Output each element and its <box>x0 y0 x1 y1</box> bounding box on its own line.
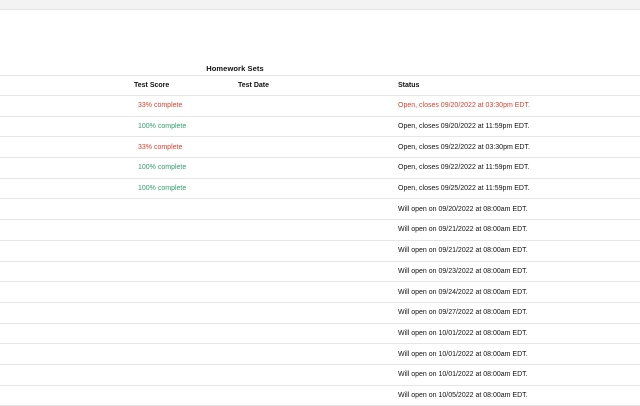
table-row[interactable]: Will open on 09/20/2022 at 08:00am EDT. <box>0 199 640 221</box>
status-cell: Will open on 09/23/2022 at 08:00am EDT. <box>398 267 528 275</box>
test-score-cell: 100% complete <box>138 185 187 193</box>
test-score-cell: 33% complete <box>138 102 183 110</box>
table-row[interactable]: Will open on 09/21/2022 at 08:00am EDT. <box>0 220 640 241</box>
table-row[interactable]: Will open on 09/27/2022 at 08:00am EDT. <box>0 303 640 324</box>
table-row[interactable]: 33% complete Open, closes 09/22/2022 at 0… <box>0 137 640 159</box>
table-row[interactable]: 100% complete Open, closes 09/22/2022 at … <box>0 158 640 179</box>
status-cell: Will open on 10/01/2022 at 08:00am EDT. <box>398 371 528 379</box>
status-cell: Will open on 10/01/2022 at 08:00am EDT. <box>398 329 528 337</box>
top-bar <box>0 0 640 10</box>
table-row[interactable]: 33% complete Open, closes 09/20/2022 at 0… <box>0 96 640 117</box>
status-cell: Will open on 10/01/2022 at 08:00am EDT. <box>398 350 528 358</box>
status-cell: Will open on 09/21/2022 at 08:00am EDT. <box>398 247 528 255</box>
column-header-test-score: Test Score <box>134 82 170 89</box>
table-row[interactable]: Will open on 10/01/2022 at 08:00am EDT. <box>0 324 640 345</box>
status-cell: Open, closes 09/25/2022 at 11:59pm EDT. <box>398 185 530 193</box>
status-cell: Open, closes 09/20/2022 at 03:30pm EDT. <box>398 102 530 110</box>
test-score-cell: 33% complete <box>138 143 183 151</box>
table-row[interactable]: Will open on 09/21/2022 at 08:00am EDT. <box>0 241 640 262</box>
table-row[interactable]: Will open on 10/01/2022 at 08:00am EDT. <box>0 365 640 386</box>
status-cell: Will open on 09/24/2022 at 08:00am EDT. <box>398 288 528 296</box>
table-row[interactable]: Will open on 10/01/2022 at 08:00am EDT. <box>0 344 640 365</box>
table-header-row: Test Score Test Date Status <box>0 76 640 96</box>
table-row[interactable]: Will open on 10/05/2022 at 08:00am EDT. <box>0 386 640 406</box>
test-score-cell: 100% complete <box>138 123 187 131</box>
table-row[interactable]: 100% complete Open, closes 09/20/2022 at … <box>0 117 640 138</box>
status-cell: Open, closes 09/20/2022 at 11:59pm EDT. <box>398 123 530 131</box>
section-title: Homework Sets <box>206 64 264 73</box>
test-score-cell: 100% complete <box>138 164 187 172</box>
table-body: 33% complete Open, closes 09/20/2022 at 0… <box>0 96 640 406</box>
status-cell: Will open on 09/20/2022 at 08:00am EDT. <box>398 205 528 213</box>
status-cell: Will open on 09/21/2022 at 08:00am EDT. <box>398 226 528 234</box>
column-header-status: Status <box>398 82 420 89</box>
status-cell: Open, closes 09/22/2022 at 11:59pm EDT. <box>398 164 530 172</box>
column-header-test-date: Test Date <box>238 82 269 89</box>
homework-sets-table: Test Score Test Date Status 33% complete… <box>0 75 640 406</box>
status-cell: Will open on 09/27/2022 at 08:00am EDT. <box>398 309 528 317</box>
table-row[interactable]: 100% complete Open, closes 09/25/2022 at … <box>0 179 640 200</box>
table-row[interactable]: Will open on 09/24/2022 at 08:00am EDT. <box>0 282 640 303</box>
status-cell: Will open on 10/05/2022 at 08:00am EDT. <box>398 391 528 399</box>
table-row[interactable]: Will open on 09/23/2022 at 08:00am EDT. <box>0 262 640 283</box>
status-cell: Open, closes 09/22/2022 at 03:30pm EDT. <box>398 143 530 151</box>
